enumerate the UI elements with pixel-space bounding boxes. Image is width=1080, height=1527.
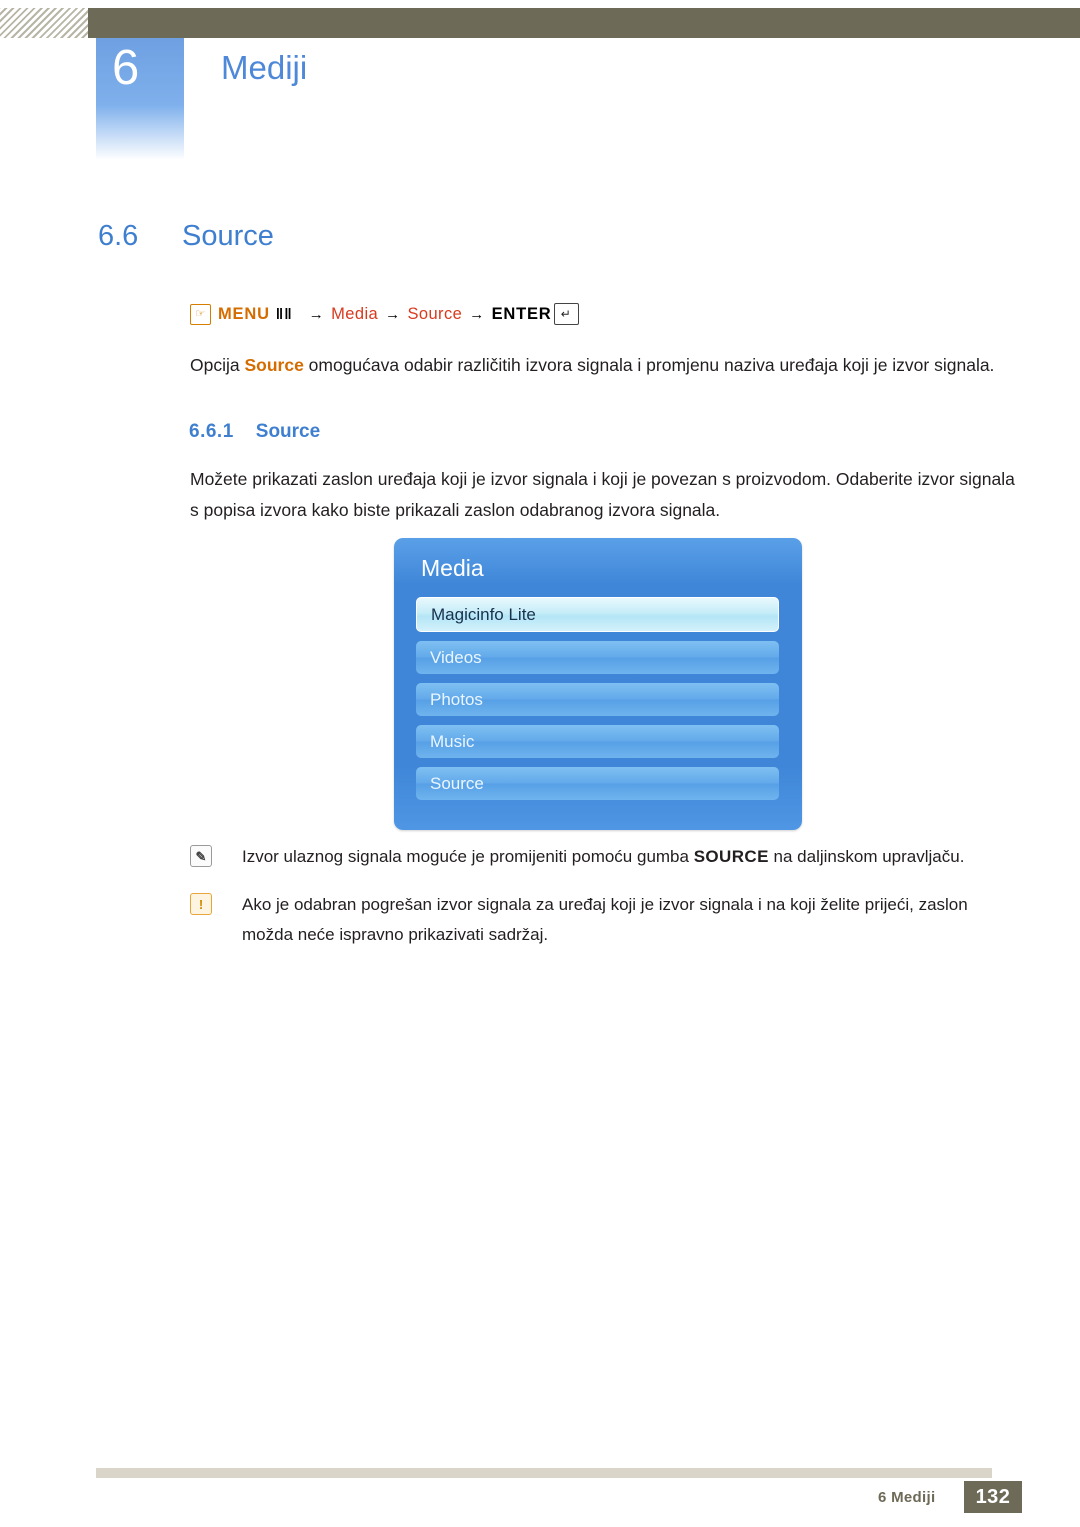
menu-path-arrow-3: → [469, 305, 485, 323]
note-pencil-before: Izvor ulaznog signala moguće je promijen… [242, 847, 694, 866]
note-warning: ! Ako je odabran pogrešan izvor signala … [190, 890, 1008, 950]
menu-path-item-media: Media [331, 304, 379, 323]
osd-title: Media [421, 555, 484, 581]
hand-icon: ☞ [190, 303, 211, 325]
intro-paragraph: Opcija Source omogućava odabir različiti… [190, 350, 1010, 381]
subsection-title: Source [255, 421, 321, 442]
chapter-title: Mediji [221, 49, 308, 86]
section-number: 6.6 [98, 220, 139, 252]
header-bar [0, 8, 1080, 38]
note-pencil-after: na daljinskom upravljaču. [768, 847, 965, 866]
osd-item-music[interactable]: Music [416, 725, 779, 758]
osd-item-magicinfo-lite[interactable]: Magicinfo Lite [416, 597, 779, 632]
menu-path-menu-label: MENU [218, 304, 270, 323]
section-title: Source [182, 220, 274, 252]
menu-path-enter-label: ENTER [491, 304, 552, 323]
chapter-number-block [96, 38, 184, 160]
pencil-note-icon: ✎ [190, 845, 212, 867]
menu-path-item-source: Source [407, 304, 463, 323]
intro-before: Opcija [190, 355, 245, 375]
osd-item-source[interactable]: Source [416, 767, 779, 800]
note-pencil: ✎ Izvor ulaznog signala moguće je promij… [190, 842, 1008, 872]
osd-item-photos[interactable]: Photos [416, 683, 779, 716]
menu-path: ☞ MENU ‖‖ → Media → Source → ENTER ↵ [190, 300, 579, 328]
note-pencil-keyword: SOURCE [693, 847, 769, 866]
note-warning-text: Ako je odabran pogrešan izvor signala za… [242, 895, 968, 944]
subsection-heading: 6.6.1 Source [189, 418, 320, 446]
body-paragraph: Možete prikazati zaslon uređaja koji je … [190, 469, 1015, 520]
osd-menu-list: Magicinfo Lite Videos Photos Music Sourc… [416, 597, 779, 809]
header-hatch-decoration [0, 8, 88, 38]
footer-divider [96, 1468, 992, 1478]
intro-keyword: Source [244, 355, 304, 375]
footer-page-number: 132 [964, 1481, 1022, 1513]
menu-bars-icon: ‖‖ [275, 305, 293, 323]
media-osd-panel: Media Magicinfo Lite Videos Photos Music… [394, 538, 802, 830]
osd-item-videos[interactable]: Videos [416, 641, 779, 674]
warning-icon: ! [190, 893, 212, 915]
subsection-number: 6.6.1 [189, 421, 234, 442]
menu-path-arrow-1: → [308, 305, 325, 323]
menu-path-arrow-2: → [385, 305, 401, 323]
chapter-number: 6 [112, 41, 140, 95]
footer-chapter-label: 6 Mediji [878, 1489, 936, 1506]
enter-key-icon: ↵ [553, 303, 579, 325]
intro-after: omogućava odabir različitih izvora signa… [303, 355, 995, 375]
note-pencil-text: Izvor ulaznog signala moguće je promijen… [242, 842, 1008, 872]
